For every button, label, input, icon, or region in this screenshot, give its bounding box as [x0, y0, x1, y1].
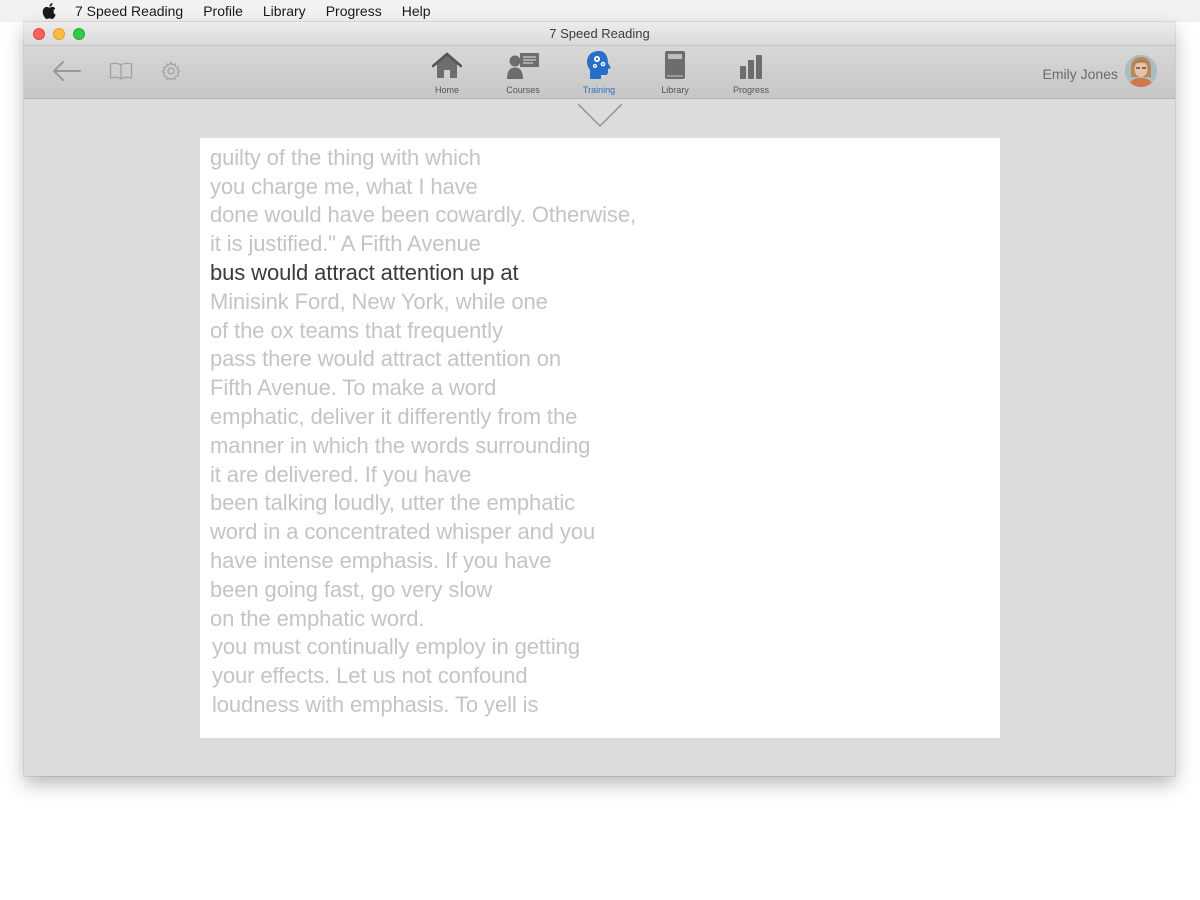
reading-line: have intense emphasis. If you have — [210, 548, 552, 573]
reading-line: word in a concentrated whisper and you — [210, 519, 596, 544]
reading-line: pass there would attract attention on — [210, 346, 561, 371]
reading-line: manner in which the words surrounding — [210, 433, 591, 458]
reading-line: you must continually employ in getting — [212, 634, 580, 659]
progress-bars-icon — [738, 50, 764, 80]
system-menu-bar: 7 Speed Reading Profile Library Progress… — [0, 0, 1200, 22]
nav-courses[interactable]: Courses — [493, 50, 553, 96]
training-brain-icon — [585, 50, 613, 80]
reading-line: it are delivered. If you have — [210, 462, 472, 487]
zoom-window-button[interactable] — [73, 28, 85, 40]
courses-icon — [506, 50, 540, 80]
reading-line: of the ox teams that frequently — [210, 318, 503, 343]
apple-menu-icon[interactable] — [42, 3, 56, 19]
nav-progress-label: Progress — [732, 85, 769, 95]
title-bar: 7 Speed Reading — [24, 22, 1175, 46]
nav-training[interactable]: Training — [569, 50, 629, 96]
minimize-window-button[interactable] — [53, 28, 65, 40]
close-window-button[interactable] — [33, 28, 45, 40]
reading-line: emphatic, deliver it differently from th… — [210, 404, 578, 429]
reading-line: it is justified." A Fifth Avenue — [210, 231, 481, 256]
library-book-icon — [663, 50, 687, 80]
window-title: 7 Speed Reading — [549, 26, 650, 41]
reading-line: done would have been cowardly. Otherwise… — [210, 202, 636, 227]
chevron-down-icon[interactable] — [577, 102, 623, 133]
back-arrow-icon[interactable] — [52, 60, 82, 87]
reading-line: been going fast, go very slow — [210, 577, 493, 602]
nav-courses-label: Courses — [506, 85, 540, 95]
reading-line: Minisink Ford, New York, while one — [210, 289, 548, 314]
nav-library-label: Library — [661, 85, 689, 95]
nav-library[interactable]: Library — [645, 50, 705, 96]
menu-profile[interactable]: Profile — [203, 3, 243, 19]
reading-line: loudness with emphasis. To yell is — [212, 692, 539, 717]
book-icon[interactable] — [109, 62, 133, 85]
menu-library[interactable]: Library — [263, 3, 306, 19]
reading-line: your effects. Let us not confound — [212, 663, 528, 688]
toolbar: Home Courses Training Library Progress E… — [24, 46, 1175, 99]
reading-line: you charge me, what I have — [210, 174, 478, 199]
reading-panel: guilty of the thing with which you charge… — [200, 138, 1000, 738]
avatar[interactable] — [1125, 55, 1157, 87]
app-window: 7 Speed Reading Home Courses Training Li… — [24, 22, 1175, 776]
home-icon — [432, 50, 462, 80]
nav-home-label: Home — [434, 85, 459, 95]
nav-home[interactable]: Home — [417, 50, 477, 96]
gear-icon[interactable] — [161, 61, 181, 86]
reading-line: Fifth Avenue. To make a word — [210, 375, 497, 400]
user-name[interactable]: Emily Jones — [1043, 66, 1118, 82]
menu-app-name[interactable]: 7 Speed Reading — [75, 3, 183, 19]
nav-training-label: Training — [582, 85, 616, 95]
reading-line: on the emphatic word. — [210, 606, 425, 631]
nav-progress[interactable]: Progress — [721, 50, 781, 96]
menu-progress[interactable]: Progress — [326, 3, 382, 19]
menu-help[interactable]: Help — [402, 3, 431, 19]
reading-line: been talking loudly, utter the emphatic — [210, 490, 576, 515]
reading-line-focus: bus would attract attention up at — [210, 260, 519, 285]
reading-line: guilty of the thing with which — [210, 145, 481, 170]
